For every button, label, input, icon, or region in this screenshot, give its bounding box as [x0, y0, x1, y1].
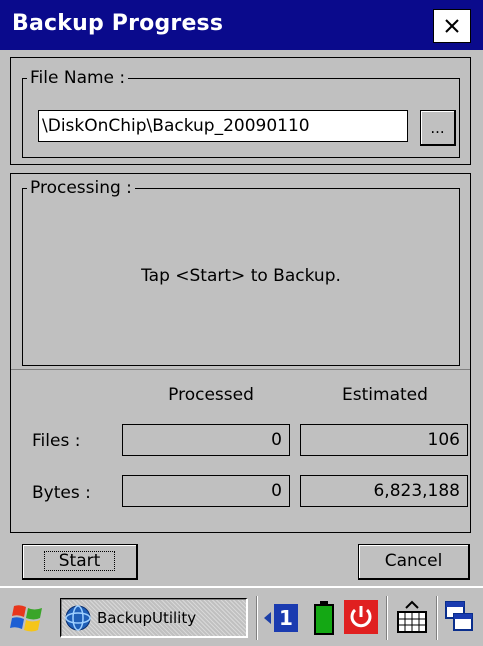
input-number-badge: 1 [274, 604, 298, 632]
battery-indicator[interactable] [312, 600, 336, 636]
files-label: Files : [32, 431, 81, 451]
power-icon [344, 600, 378, 634]
processed-header: Processed [168, 385, 254, 405]
status-message: Tap <Start> to Backup. [141, 266, 341, 286]
taskbar-app-label: BackupUtility [97, 608, 197, 627]
cancel-button[interactable]: Cancel [358, 544, 470, 580]
taskbar: BackupUtility 1 [0, 586, 483, 646]
tray-divider [436, 596, 438, 640]
start-menu-button[interactable] [10, 602, 46, 634]
keyboard-button[interactable] [396, 598, 428, 636]
files-estimated-value: 106 [300, 424, 468, 456]
estimated-header: Estimated [342, 385, 428, 405]
input-number: 1 [279, 606, 293, 630]
battery-icon [314, 601, 334, 635]
bytes-label: Bytes : [32, 483, 91, 503]
bytes-processed-value: 0 [122, 475, 290, 507]
keyboard-icon [397, 600, 427, 633]
start-button[interactable]: Start [22, 544, 138, 580]
window-switch-icon [445, 601, 473, 631]
files-processed-value: 0 [122, 424, 290, 456]
tray-divider [256, 596, 258, 640]
window-title: Backup Progress [12, 11, 224, 36]
processing-label: Processing : [27, 178, 135, 198]
windows-start-icon [10, 605, 42, 632]
file-name-label: File Name : [27, 68, 129, 88]
title-bar: Backup Progress [0, 0, 483, 50]
bytes-estimated-value: 6,823,188 [300, 475, 468, 507]
close-icon [445, 19, 459, 33]
input-arrow-icon [264, 612, 271, 624]
window-switch-button[interactable] [444, 600, 474, 634]
close-button[interactable] [433, 9, 471, 43]
start-button-label: Start [43, 551, 116, 571]
file-path-field[interactable]: \DiskOnChip\Backup_20090110 [38, 110, 408, 142]
taskbar-app-button[interactable]: BackupUtility [60, 598, 248, 638]
divider [11, 369, 470, 370]
power-button[interactable] [344, 600, 378, 634]
input-indicator[interactable]: 1 [264, 604, 304, 632]
app-globe-icon [65, 604, 91, 631]
tray-divider [386, 596, 388, 640]
browse-button[interactable]: ... [420, 110, 456, 146]
